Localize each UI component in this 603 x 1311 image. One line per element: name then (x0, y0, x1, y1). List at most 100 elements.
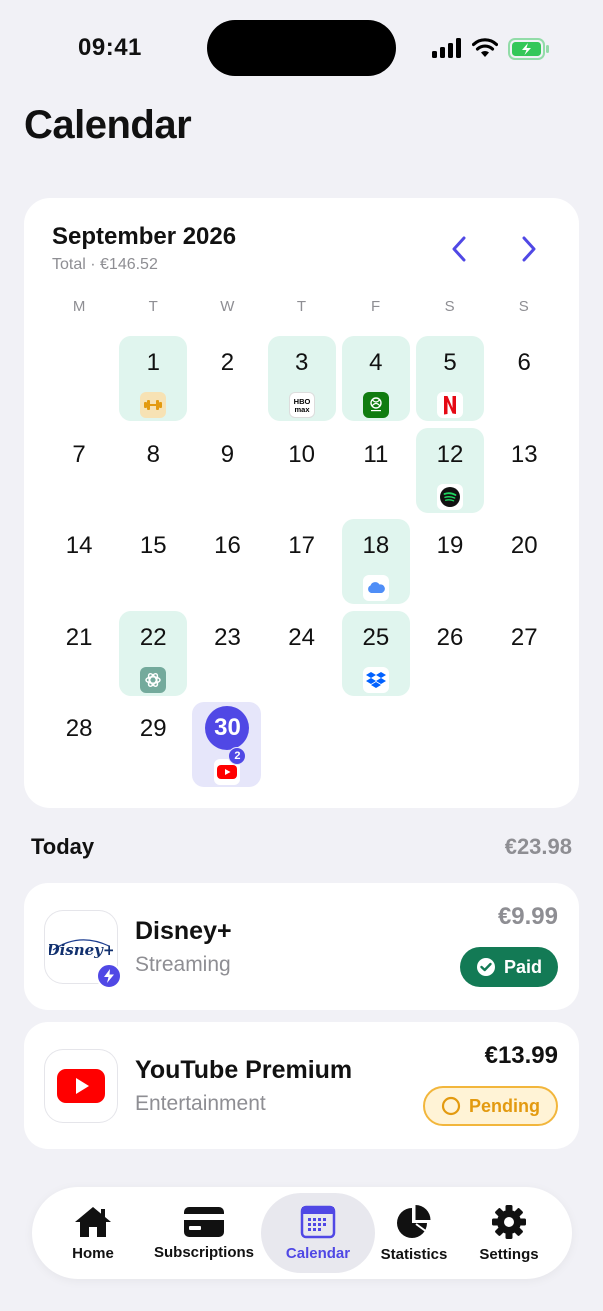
day-number: 14 (65, 532, 93, 559)
day-number: 5 (443, 349, 457, 376)
subscription-category: Streaming (135, 953, 231, 976)
day-number: 10 (288, 440, 315, 468)
netflix-icon (437, 392, 464, 418)
tab-label: Settings (479, 1245, 539, 1263)
tab-home[interactable]: Home (52, 1193, 134, 1273)
day-cell-26[interactable]: 26 (413, 611, 487, 703)
spotify-icon (437, 483, 464, 510)
day-cell-16[interactable]: 16 (190, 519, 264, 611)
day-cell-8[interactable]: 8 (116, 428, 190, 520)
day-cell-9[interactable]: 9 (190, 428, 264, 520)
fitness-icon (140, 392, 167, 418)
check-circle-icon (476, 958, 495, 976)
previous-month-button[interactable] (444, 232, 474, 266)
day-cell-25[interactable]: 25 (339, 610, 413, 703)
tab-label: Subscriptions (153, 1243, 254, 1261)
tab-statistics[interactable]: Statistics (376, 1193, 452, 1273)
lightning-icon (96, 963, 122, 989)
icloud-icon (362, 575, 389, 601)
status-time: 09:41 (78, 34, 142, 61)
month-title: September 2026 (52, 223, 237, 250)
day-cell-18[interactable]: 18 (339, 519, 413, 611)
day-cell-13[interactable]: 13 (487, 428, 561, 520)
day-number: 17 (288, 532, 315, 559)
day-number: 15 (139, 532, 167, 559)
pending-circle-icon (441, 1096, 461, 1116)
day-number: 16 (214, 532, 241, 559)
status-label: Pending (469, 1095, 540, 1116)
day-cell-20[interactable]: 20 (487, 519, 561, 611)
day-cell-12[interactable]: 12 (413, 427, 487, 520)
day-cell-27[interactable]: 27 (487, 611, 561, 703)
today-section-title: Today (31, 834, 95, 859)
today-total: €23.98 (504, 834, 572, 859)
day-number: 20 (510, 532, 538, 559)
day-cell-17[interactable]: 17 (265, 519, 339, 611)
day-number: 9 (220, 440, 235, 468)
subscription-price: €9.99 (497, 903, 558, 930)
day-cell-19[interactable]: 19 (413, 519, 487, 611)
weekday-header: M T W T F S S (42, 298, 561, 315)
battery-icon (508, 38, 549, 60)
tab-subscriptions[interactable]: Subscriptions (148, 1193, 260, 1273)
day-number: 22 (139, 623, 167, 651)
day-cell-7[interactable]: 7 (42, 428, 116, 520)
day-number: 19 (436, 532, 464, 559)
day-cell-5[interactable]: 5 (413, 336, 487, 428)
pending-status-badge[interactable]: Pending (423, 1086, 558, 1126)
weekday-label: T (148, 298, 158, 315)
day-number: 11 (363, 440, 389, 468)
day-cell-28[interactable]: 28 (42, 702, 116, 794)
tab-calendar[interactable]: Calendar (261, 1193, 375, 1273)
tab-settings[interactable]: Settings (468, 1193, 550, 1273)
day-cell-10[interactable]: 10 (265, 428, 339, 520)
weekday-label: M (72, 298, 86, 315)
day-cell-2[interactable]: 2 (190, 336, 264, 428)
day-number: 13 (510, 440, 538, 468)
subscription-card-youtube[interactable]: YouTube Premium Entertainment €13.99 Pen… (24, 1022, 579, 1149)
day-cell-21[interactable]: 21 (42, 611, 116, 703)
day-cell-23[interactable]: 23 (190, 611, 264, 703)
subscription-card-disney[interactable]: Disney+ Disney+ Streaming €9.99 Paid (24, 883, 579, 1010)
status-bar: 09:41 (0, 0, 603, 100)
day-number: 8 (146, 440, 160, 468)
day-cell-6[interactable]: 6 (487, 336, 561, 428)
day-cell-24[interactable]: 24 (265, 611, 339, 703)
next-month-button[interactable] (514, 232, 544, 266)
subscription-price: €13.99 (484, 1042, 558, 1069)
calendar-card: September 2026 Total · €146.52 M T W T F… (24, 198, 579, 808)
weekday-label: W (220, 298, 235, 315)
tab-label: Statistics (380, 1245, 448, 1263)
chevron-left-icon (452, 236, 466, 262)
disney-plus-logo-mark: Disney+ (49, 939, 113, 959)
subscription-count-badge: 2 (228, 747, 247, 765)
day-cell-22[interactable]: 22 (116, 610, 190, 703)
dynamic-island (207, 20, 396, 76)
weekday-label: T (296, 298, 307, 315)
day-cell-1[interactable]: 1 (116, 336, 190, 428)
day-number: 18 (362, 532, 390, 559)
day-cell-30-today[interactable]: 30 2 (190, 702, 264, 794)
weekday-label: S (518, 298, 529, 315)
page-title: Calendar (24, 103, 192, 147)
gear-icon (492, 1204, 526, 1239)
day-number: 29 (139, 715, 167, 742)
day-cell-4[interactable]: 4 (339, 336, 413, 428)
day-cell-15[interactable]: 15 (116, 519, 190, 611)
day-cell-11[interactable]: 11 (339, 428, 413, 520)
day-number: 4 (369, 349, 383, 376)
day-number: 12 (436, 440, 464, 468)
day-cell-14[interactable]: 14 (42, 519, 116, 611)
youtube-play-icon (57, 1069, 105, 1103)
days-grid: 1 2 3 HBO max 4 5 6 7 8 9 10 11 12 13 14… (42, 336, 562, 794)
calendar-icon (300, 1205, 336, 1238)
month-total: Total · €146.52 (52, 256, 158, 273)
cellular-signal-icon (432, 38, 461, 58)
day-cell-3[interactable]: 3 HBO max (265, 336, 339, 428)
wifi-icon (472, 38, 498, 57)
xbox-game-pass-icon (362, 392, 389, 418)
paid-status-badge[interactable]: Paid (459, 947, 558, 987)
pie-chart-icon (397, 1204, 431, 1238)
subscription-name: YouTube Premium (135, 1056, 353, 1084)
day-cell-29[interactable]: 29 (116, 702, 190, 794)
